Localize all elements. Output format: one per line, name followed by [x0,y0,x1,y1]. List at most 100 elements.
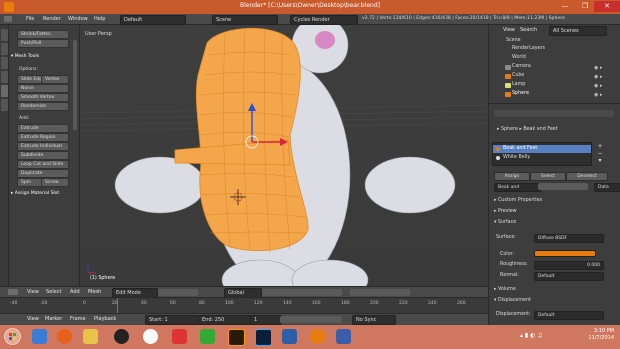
screen-layout-dropdown[interactable]: Default [120,15,186,25]
current-frame-field[interactable]: 1 [250,315,282,325]
extrude-button[interactable]: Extrude [17,124,69,133]
taskbar-clock[interactable]: 3:10 PM 11/7/2014 [588,328,614,342]
start-button[interactable] [4,328,21,345]
menu-select[interactable]: Select [46,289,61,295]
shrink-fatten-button[interactable]: Shrink/Fatten [17,30,69,39]
viewport-editor-icon[interactable] [8,289,18,295]
timeline-menu-frame[interactable]: Frame [70,316,86,322]
randomize-button[interactable]: Randomize [17,102,69,111]
scene-dropdown[interactable]: Scene [212,15,278,25]
mesh-tools-header[interactable]: ▾ Mesh Tools [11,54,39,59]
surface-shader-field[interactable]: Diffuse BSDF [534,234,604,243]
context-path: ▸ Sphere ▸ Beak and Feet [497,127,558,132]
tab-tools[interactable] [1,29,8,41]
hp-icon[interactable] [143,329,158,344]
loop-cut-button[interactable]: Loop Cut and Slide [17,160,69,169]
outliner-item-cube[interactable]: Cube [512,73,524,78]
menu-window[interactable]: Window [68,16,88,22]
tab-options[interactable] [1,85,8,97]
extrude-region-button[interactable]: Extrude Region [17,133,69,142]
duplicate-button[interactable]: Duplicate [17,169,69,178]
noise-button[interactable]: Noise [17,84,69,93]
tab-grease-pencil[interactable] [1,99,8,111]
displacement-panel[interactable]: ▾ Displacement [494,298,531,303]
system-tray-icons[interactable]: ▴ ▮ ◐ ♫ [520,332,580,341]
pdf-icon[interactable] [172,329,187,344]
playback-controls[interactable] [280,316,342,323]
illustrator-icon[interactable] [228,329,245,346]
timeline-menu-marker[interactable]: Marker [45,316,62,322]
outliner-item-renderlayers[interactable]: RenderLayers [512,46,545,51]
material-buttons[interactable] [538,183,588,190]
tab-shading[interactable] [1,71,8,83]
vertex-slide-button[interactable]: Vertex [41,75,69,84]
smooth-vertex-button[interactable]: Smooth Vertex [17,93,69,102]
options-label: Options: [19,67,38,72]
file-explorer-icon[interactable] [83,329,98,344]
push-pull-button[interactable]: Push/Pull [17,39,69,48]
color-swatch[interactable] [534,250,596,257]
photoshop-icon[interactable] [255,329,272,346]
snap-buttons[interactable] [350,289,410,296]
tab-relations[interactable] [1,57,8,69]
extrude-individual-button[interactable]: Extrude Individual [17,142,69,151]
volume-panel[interactable]: ▸ Volume [494,287,516,292]
editor-type-icon[interactable] [4,16,12,22]
outliner-item-lamp[interactable]: Lamp [512,82,525,87]
link-dropdown[interactable]: Data [594,183,620,192]
internet-explorer-icon[interactable] [32,329,47,344]
menu-mesh[interactable]: Mesh [88,289,101,295]
menu-view[interactable]: View [27,289,39,295]
tab-create[interactable] [1,43,8,55]
outliner-menu-search[interactable]: Search [520,27,537,33]
material-slot[interactable]: White Belly [493,154,591,162]
outliner-item-camera[interactable]: Camera [512,64,531,69]
outliner-filter-dropdown[interactable]: All Scenes [549,26,607,36]
maximize-button[interactable]: ❐ [576,1,594,12]
firefox-icon[interactable] [57,329,72,344]
render-engine-dropdown[interactable]: Cycles Render [290,15,358,25]
media-player-icon[interactable] [114,329,129,344]
outliner-menu-view[interactable]: View [503,27,515,33]
minimize-button[interactable]: — [556,1,574,12]
slot-add-remove[interactable]: + − ▾ [596,143,604,165]
menu-add[interactable]: Add [70,289,80,295]
blender-taskbar-icon[interactable] [310,329,325,344]
app-icon[interactable] [336,329,351,344]
sync-dropdown[interactable]: No Sync [352,315,396,325]
material-slot-selected[interactable]: Beak and Feet [493,145,591,153]
timeline-menu-playback[interactable]: Playback [94,316,116,322]
excel-icon[interactable] [200,329,215,344]
3d-viewport[interactable] [80,25,488,286]
end-frame-field[interactable]: End: 250 [198,315,252,325]
normal-field[interactable]: Default [534,272,604,281]
select-button[interactable]: Select [530,172,566,181]
custom-properties-panel[interactable]: ▸ Custom Properties [494,198,542,203]
deselect-button[interactable]: Deselect [566,172,608,181]
tool-shelf-scrollbar[interactable] [73,40,77,130]
timeline-menu-view[interactable]: View [27,316,39,322]
start-frame-field[interactable]: Start: 1 [145,315,199,325]
word-icon[interactable] [282,329,297,344]
outliner-item-scene[interactable]: Scene [506,38,521,43]
properties-tab-row[interactable] [494,110,614,117]
assign-material-header[interactable]: ▸ Assign Material Slot [11,191,59,196]
select-mode-buttons[interactable] [262,289,342,296]
displacement-field[interactable]: Default [534,311,604,320]
preview-panel[interactable]: ▸ Preview [494,209,517,214]
visibility-toggles[interactable]: ◉ ▸ ◉ ▸ ◉ ▸ ◉ ▸ [594,64,614,98]
screw-button[interactable]: Screw [41,178,69,187]
menu-file[interactable]: File [26,16,34,22]
outliner-item-world[interactable]: World [512,55,526,60]
timeline[interactable] [0,297,488,314]
menu-render[interactable]: Render [43,16,61,22]
close-button[interactable]: ✕ [594,1,620,12]
roughness-field[interactable]: 0.000 [534,261,604,270]
subdivide-button[interactable]: Subdivide [17,151,69,160]
surface-panel[interactable]: ▾ Surface [494,220,516,225]
shading-buttons[interactable] [158,289,198,296]
outliner-item-sphere[interactable]: Sphere [512,91,529,96]
menu-help[interactable]: Help [94,16,105,22]
material-name-field[interactable]: Beak and [494,183,542,192]
assign-button[interactable]: Assign [494,172,530,181]
